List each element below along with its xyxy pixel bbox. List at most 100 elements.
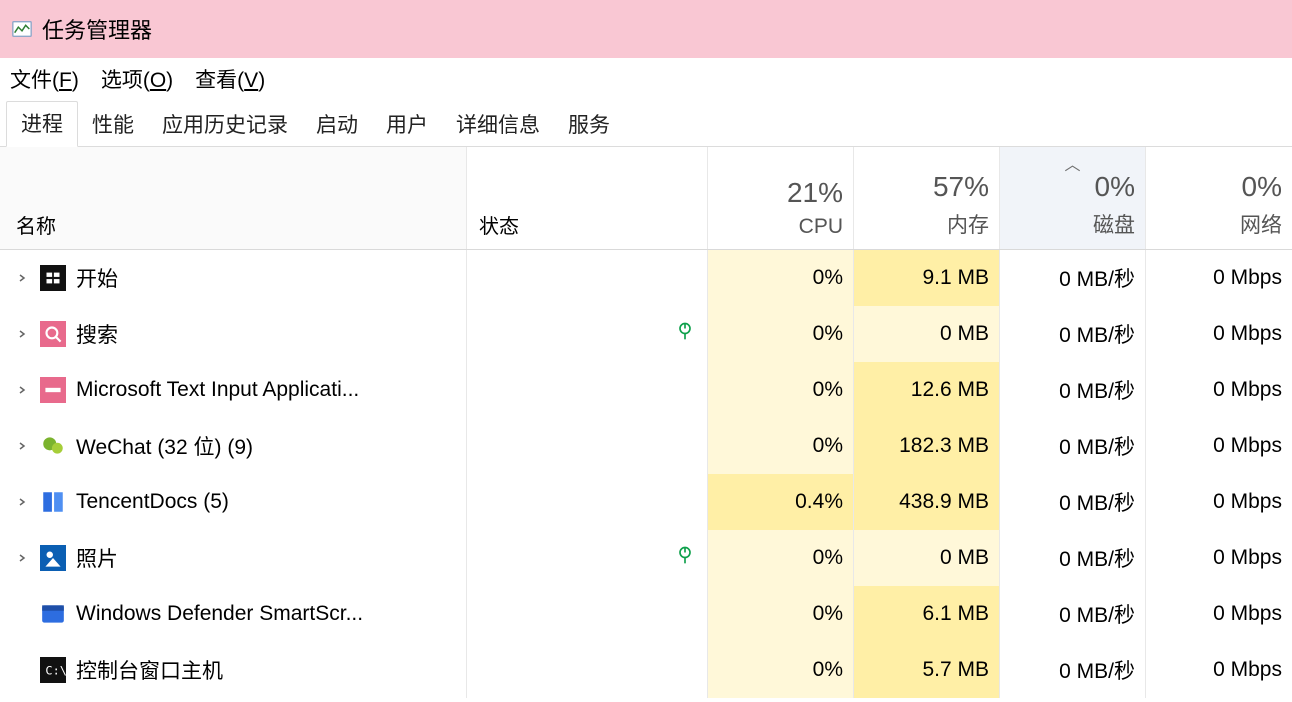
process-name-cell[interactable]: 搜索 xyxy=(0,306,467,362)
process-status-cell xyxy=(467,306,708,362)
process-status-cell xyxy=(467,418,708,474)
window-title: 任务管理器 xyxy=(42,13,152,45)
leaf-suspended-icon xyxy=(675,321,695,347)
console-icon xyxy=(40,657,66,683)
process-status-cell xyxy=(467,250,708,306)
process-row[interactable]: 照片 0%0 MB0 MB/秒0 Mbps xyxy=(0,530,1292,586)
process-cpu-cell: 0% xyxy=(708,418,854,474)
process-name-cell[interactable]: 控制台窗口主机 xyxy=(0,642,467,698)
task-manager-icon xyxy=(10,17,34,41)
process-cpu-cell: 0% xyxy=(708,642,854,698)
process-name-label: TencentDocs (5) xyxy=(76,490,229,514)
process-network-cell: 0 Mbps xyxy=(1146,530,1292,586)
process-row[interactable]: WeChat (32 位) (9) 0%182.3 MB0 MB/秒0 Mbps xyxy=(0,418,1292,474)
process-name-cell[interactable]: Windows Defender SmartScr... xyxy=(0,586,467,642)
process-network-cell: 0 Mbps xyxy=(1146,306,1292,362)
column-header-memory[interactable]: 57% 内存 xyxy=(854,147,1000,249)
expand-chevron-icon[interactable] xyxy=(14,497,30,507)
process-cpu-cell: 0% xyxy=(708,250,854,306)
process-memory-cell: 9.1 MB xyxy=(854,250,1000,306)
process-disk-cell: 0 MB/秒 xyxy=(1000,418,1146,474)
process-name-cell[interactable]: 开始 xyxy=(0,250,467,306)
tab-startup[interactable]: 启动 xyxy=(302,103,372,147)
process-network-cell: 0 Mbps xyxy=(1146,250,1292,306)
process-name-label: Microsoft Text Input Applicati... xyxy=(76,378,359,402)
process-row[interactable]: Microsoft Text Input Applicati... 0%12.6 … xyxy=(0,362,1292,418)
menu-view[interactable]: 查看(V) xyxy=(191,60,269,98)
process-cpu-cell: 0% xyxy=(708,362,854,418)
column-header-cpu[interactable]: 21% CPU xyxy=(708,147,854,249)
process-cpu-cell: 0.4% xyxy=(708,474,854,530)
expand-chevron-icon[interactable] xyxy=(14,329,30,339)
process-name-cell[interactable]: TencentDocs (5) xyxy=(0,474,467,530)
leaf-suspended-icon xyxy=(675,545,695,571)
process-disk-cell: 0 MB/秒 xyxy=(1000,250,1146,306)
tab-processes[interactable]: 进程 xyxy=(6,101,78,147)
tab-services[interactable]: 服务 xyxy=(554,103,624,147)
process-row[interactable]: Windows Defender SmartScr...0%6.1 MB0 MB… xyxy=(0,586,1292,642)
search-icon xyxy=(40,321,66,347)
menu-options[interactable]: 选项(O) xyxy=(97,60,177,98)
process-disk-cell: 0 MB/秒 xyxy=(1000,362,1146,418)
process-memory-cell: 5.7 MB xyxy=(854,642,1000,698)
process-network-cell: 0 Mbps xyxy=(1146,418,1292,474)
process-status-cell xyxy=(467,642,708,698)
process-row[interactable]: 搜索 0%0 MB0 MB/秒0 Mbps xyxy=(0,306,1292,362)
process-row[interactable]: 控制台窗口主机 0%5.7 MB0 MB/秒0 Mbps xyxy=(0,642,1292,698)
process-memory-cell: 12.6 MB xyxy=(854,362,1000,418)
process-disk-cell: 0 MB/秒 xyxy=(1000,642,1146,698)
menu-file[interactable]: 文件(F) xyxy=(6,60,83,98)
process-memory-cell: 0 MB xyxy=(854,530,1000,586)
process-cpu-cell: 0% xyxy=(708,530,854,586)
title-bar: 任务管理器 xyxy=(0,0,1292,58)
defender-icon xyxy=(40,601,66,627)
process-list: 开始0%9.1 MB0 MB/秒0 Mbps搜索0%0 MB0 MB/秒0 Mb… xyxy=(0,250,1292,698)
sort-asc-icon: ︿ xyxy=(1064,151,1080,175)
process-disk-cell: 0 MB/秒 xyxy=(1000,306,1146,362)
process-status-cell xyxy=(467,474,708,530)
process-cpu-cell: 0% xyxy=(708,586,854,642)
expand-chevron-icon[interactable] xyxy=(14,553,30,563)
process-name-cell[interactable]: Microsoft Text Input Applicati... xyxy=(0,362,467,418)
column-header-status[interactable]: 状态 xyxy=(467,147,708,249)
column-header-row: 名称 状态 21% CPU 57% 内存 ︿ 0% 磁盘 0% 网络 xyxy=(0,147,1292,250)
process-memory-cell: 182.3 MB xyxy=(854,418,1000,474)
wechat-icon xyxy=(40,433,66,459)
start-icon xyxy=(40,265,66,291)
process-name-label: WeChat (32 位) (9) xyxy=(76,431,253,461)
process-network-cell: 0 Mbps xyxy=(1146,586,1292,642)
column-header-network[interactable]: 0% 网络 xyxy=(1146,147,1292,249)
process-name-cell[interactable]: 照片 xyxy=(0,530,467,586)
menu-bar: 文件(F) 选项(O) 查看(V) xyxy=(0,58,1292,100)
process-row[interactable]: 开始 0%9.1 MB0 MB/秒0 Mbps xyxy=(0,250,1292,306)
process-network-cell: 0 Mbps xyxy=(1146,642,1292,698)
text-input-icon xyxy=(40,377,66,403)
process-disk-cell: 0 MB/秒 xyxy=(1000,530,1146,586)
photos-icon xyxy=(40,545,66,571)
process-memory-cell: 0 MB xyxy=(854,306,1000,362)
process-name-label: Windows Defender SmartScr... xyxy=(76,602,363,626)
process-name-label: 搜索 xyxy=(76,319,118,349)
process-status-cell xyxy=(467,362,708,418)
process-name-label: 控制台窗口主机 xyxy=(76,655,223,685)
process-status-cell xyxy=(467,586,708,642)
process-disk-cell: 0 MB/秒 xyxy=(1000,474,1146,530)
process-network-cell: 0 Mbps xyxy=(1146,362,1292,418)
tab-app-history[interactable]: 应用历史记录 xyxy=(148,103,302,147)
process-cpu-cell: 0% xyxy=(708,306,854,362)
process-disk-cell: 0 MB/秒 xyxy=(1000,586,1146,642)
tab-performance[interactable]: 性能 xyxy=(78,103,148,147)
process-name-cell[interactable]: WeChat (32 位) (9) xyxy=(0,418,467,474)
process-name-label: 开始 xyxy=(76,263,118,293)
column-header-disk[interactable]: ︿ 0% 磁盘 xyxy=(1000,147,1146,249)
process-row[interactable]: TencentDocs (5)0.4%438.9 MB0 MB/秒0 Mbps xyxy=(0,474,1292,530)
tab-details[interactable]: 详细信息 xyxy=(442,103,554,147)
tab-users[interactable]: 用户 xyxy=(372,103,442,147)
expand-chevron-icon[interactable] xyxy=(14,441,30,451)
process-name-label: 照片 xyxy=(76,543,118,573)
process-status-cell xyxy=(467,530,708,586)
process-memory-cell: 438.9 MB xyxy=(854,474,1000,530)
expand-chevron-icon[interactable] xyxy=(14,273,30,283)
expand-chevron-icon[interactable] xyxy=(14,385,30,395)
column-header-name[interactable]: 名称 xyxy=(0,147,467,249)
